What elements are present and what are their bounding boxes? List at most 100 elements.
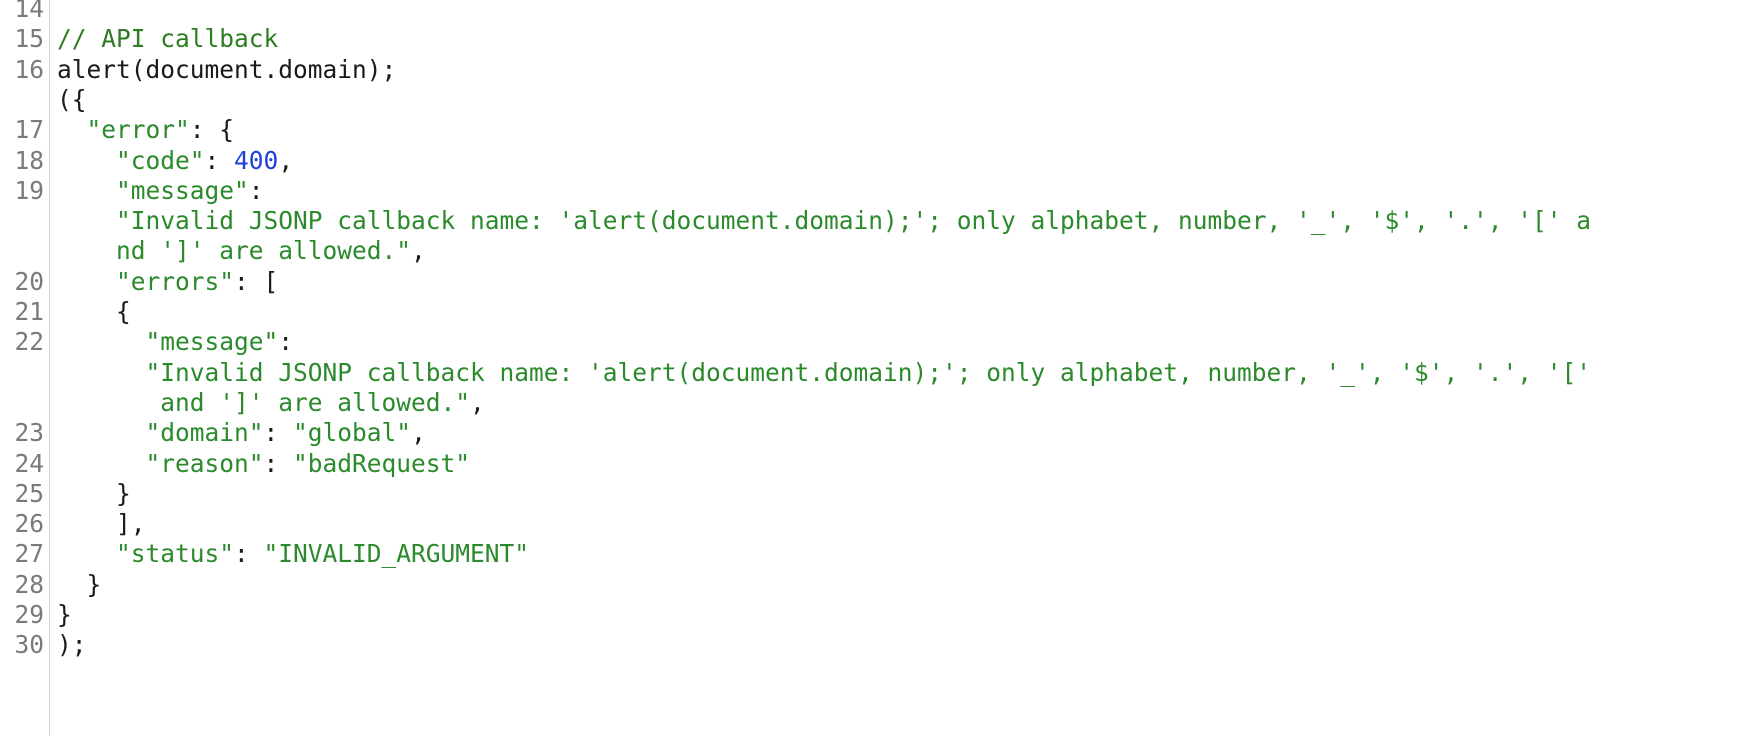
line-number: 22 [14,327,44,357]
code-line: 23 "domain": "global", [0,416,1754,450]
line-code: } [57,568,102,602]
line-code: "message": [57,325,294,359]
code-token: "message" [116,175,249,205]
code-line: "Invalid JSONP callback name: 'alert(doc… [0,204,1754,238]
code-token: , [411,236,426,266]
line-number: 28 [14,569,44,599]
line-code: "domain": "global", [57,416,426,450]
code-line: 26 ], [0,507,1754,541]
line-number: 18 [14,145,44,175]
line-code: "status": "INVALID_ARGUMENT" [57,537,529,571]
code-token: } [57,478,131,508]
line-code: } [57,598,72,632]
code-line: 28 } [0,568,1754,602]
code-token: : [ [234,266,279,296]
code-token: , [411,418,426,448]
line-number: 20 [14,266,44,296]
code-token: alert(document.domain); [57,54,397,84]
line-number: 26 [14,509,44,539]
code-token: ); [57,630,87,660]
code-line: 16 alert(document.domain); [0,53,1754,87]
code-token: : [263,448,294,478]
code-line: 25 } [0,477,1754,511]
code-token: and ']' are allowed." [160,387,471,417]
line-number: 24 [14,448,44,478]
line-code: "Invalid JSONP callback name: 'alert(doc… [57,356,1592,390]
code-token: nd ']' are allowed." [116,236,412,266]
code-token: "Invalid JSONP callback name: 'alert(doc… [116,206,1592,236]
line-number: 16 [14,54,44,84]
code-line: 30); [0,628,1754,662]
code-token: : [204,145,235,175]
code-token: "badRequest" [293,448,471,478]
code-line: 17 "error": { [0,113,1754,147]
code-token: "status" [116,539,235,569]
code-line: 15 // API callback [0,22,1754,56]
code-line: 18 "code": 400, [0,144,1754,178]
code-token: "errors" [116,266,235,296]
code-token: : [234,539,264,569]
line-number: 29 [14,600,44,629]
line-number: 15 [14,24,44,54]
code-line: 29} [0,598,1754,632]
code-line: 21 { [0,295,1754,329]
code-line: "Invalid JSONP callback name: 'alert(doc… [0,356,1754,390]
code-token: "domain" [145,418,264,448]
code-token: ], [57,509,146,539]
code-token: // API callback [57,24,279,54]
line-code: "errors": [ [57,265,278,299]
line-number: 19 [14,175,44,205]
line-code: "reason": "badRequest" [57,447,471,481]
line-code: alert(document.domain); [57,53,396,87]
code-token: "global" [293,418,412,448]
code-token: { [57,297,131,326]
line-code: } [57,477,131,511]
line-code: "error": { [57,113,235,147]
code-token: 400 [234,145,279,175]
code-token: , [278,145,294,175]
code-token: "code" [116,145,205,175]
code-token: "Invalid JSONP callback name: 'alert(doc… [145,357,1592,387]
code-token: "message" [145,327,279,357]
code-line: 19 "message": [0,174,1754,208]
code-token: : [263,418,294,448]
line-code: ({ [57,83,87,117]
line-code: "Invalid JSONP callback name: 'alert(doc… [57,204,1591,238]
code-token: "reason" [145,448,264,478]
line-number: 23 [14,418,44,448]
line-number: 30 [14,630,44,660]
code-line: 27 "status": "INVALID_ARGUMENT" [0,537,1754,571]
code-token: : [248,175,264,205]
code-token: : { [189,115,235,145]
code-line: nd ']' are allowed.", [0,234,1754,268]
code-line: and ']' are allowed.", [0,386,1754,420]
code-token: , [470,387,485,417]
code-editor[interactable]: 14 15// API callback 16 alert(document.doma… [0,0,1754,736]
line-number: 27 [14,539,44,569]
code-token: } [57,569,102,599]
line-number: 25 [14,478,44,508]
line-code: and ']' are allowed.", [57,386,485,420]
line-code: "code": 400, [57,144,293,178]
code-token: "error" [86,115,190,145]
code-token: "INVALID_ARGUMENT" [263,539,530,569]
code-line: ({ [0,83,1754,117]
code-line: 24 "reason": "badRequest" [0,447,1754,481]
code-token: ({ [57,84,87,114]
line-code: "message": [57,174,264,208]
code-line: 22 "message": [0,325,1754,359]
line-code: // API callback [57,22,278,56]
line-number: 21 [14,297,44,326]
line-code: ); [57,628,87,662]
code-line: 20 "errors": [ [0,265,1754,299]
line-code: ], [57,507,146,541]
